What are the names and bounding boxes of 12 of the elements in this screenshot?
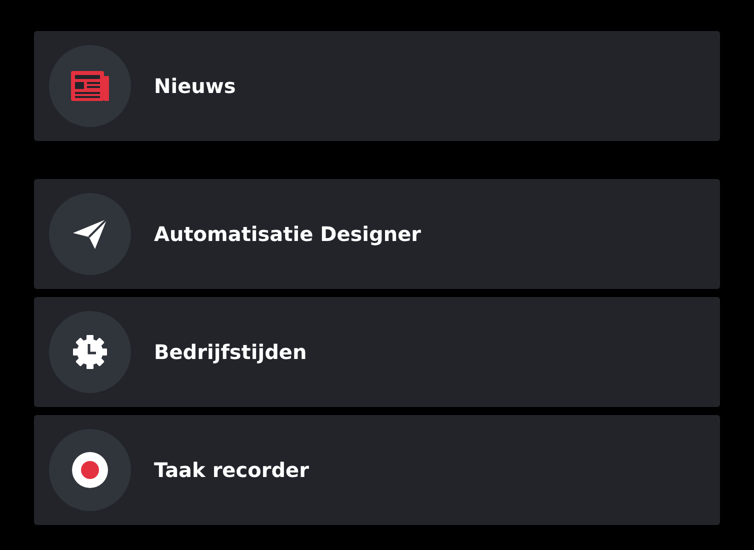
newspaper-icon [71,71,109,101]
menu-label: Automatisatie Designer [154,222,422,246]
record-icon [72,452,108,488]
menu-label: Taak recorder [154,458,309,482]
menu-card[interactable]: Taak recorder [34,415,720,525]
gear-clock-icon [72,334,108,370]
paper-plane-icon [73,219,107,249]
menu-card[interactable]: Automatisatie Designer [34,179,720,289]
menu-label: Bedrijfstijden [154,340,307,364]
menu-label: Nieuws [154,74,236,98]
menu-card[interactable]: Bedrijfstijden [34,297,720,407]
menu-card[interactable]: Nieuws [34,31,720,141]
